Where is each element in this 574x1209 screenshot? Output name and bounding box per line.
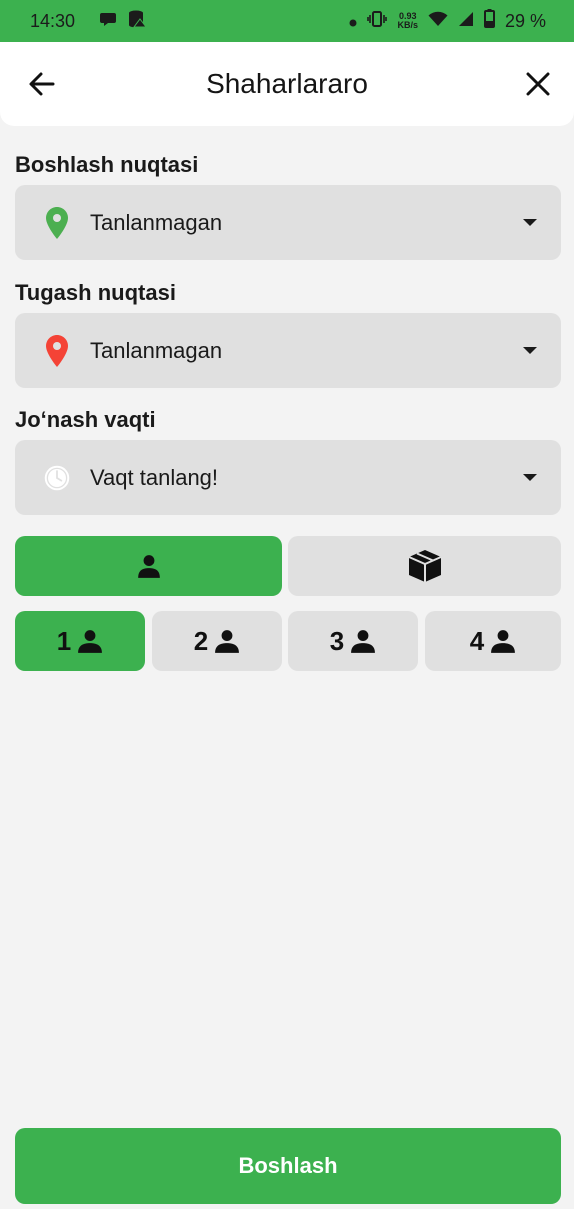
storage-alert-icon <box>127 10 148 33</box>
vibrate-icon <box>367 10 388 33</box>
wifi-icon <box>428 11 448 32</box>
chevron-down-icon <box>523 347 537 354</box>
status-bar: 14:30 0.93 KB/s 29 % <box>0 0 574 42</box>
end-point-value: Tanlanmagan <box>90 337 223 363</box>
start-button[interactable]: Boshlash <box>15 1128 561 1204</box>
tab-passenger[interactable] <box>15 536 282 596</box>
package-icon <box>408 550 441 582</box>
clock-icon <box>43 461 71 495</box>
person-icon <box>351 630 376 653</box>
passenger-count-number: 1 <box>56 625 72 656</box>
passenger-count-3[interactable]: 3 <box>288 611 418 671</box>
passenger-count-4[interactable]: 4 <box>425 611 561 671</box>
location-pin-red-icon <box>43 334 71 368</box>
app-bar: Shaharlararo <box>0 42 574 126</box>
end-point-select[interactable]: Tanlanmagan <box>15 313 561 388</box>
battery-icon <box>483 9 495 33</box>
chat-icon <box>99 10 117 33</box>
passenger-count-number: 4 <box>469 625 485 656</box>
start-point-label: Boshlash nuqtasi <box>15 152 199 177</box>
departure-time-label: Jo‘nash vaqti <box>15 407 156 432</box>
close-button[interactable] <box>520 66 556 102</box>
chevron-down-icon <box>523 219 537 226</box>
battery-percent: 29 % <box>504 10 546 31</box>
passenger-count-1[interactable]: 1 <box>15 611 145 671</box>
close-icon <box>526 72 550 96</box>
page-title: Shaharlararo <box>206 68 368 99</box>
location-pin-green-icon <box>43 206 71 240</box>
start-point-select[interactable]: Tanlanmagan <box>15 185 561 260</box>
status-time: 14:30 <box>30 10 76 31</box>
person-icon <box>491 630 516 653</box>
end-point-label: Tugash nuqtasi <box>15 280 176 305</box>
signal-icon <box>458 11 474 32</box>
departure-time-select[interactable]: Vaqt tanlang! <box>15 440 561 515</box>
chevron-down-icon <box>523 474 537 481</box>
start-point-value: Tanlanmagan <box>90 209 223 235</box>
person-icon <box>137 555 160 578</box>
departure-time-value: Vaqt tanlang! <box>90 464 219 490</box>
person-icon <box>78 630 103 653</box>
net-speed-unit: KB/s <box>397 20 418 30</box>
start-button-label: Boshlash <box>238 1153 338 1178</box>
passenger-count-number: 2 <box>193 625 209 656</box>
passenger-count-2[interactable]: 2 <box>152 611 282 671</box>
net-speed: 0.93 KB/s <box>397 12 418 30</box>
tab-package[interactable] <box>288 536 561 596</box>
passenger-count-number: 3 <box>329 625 345 656</box>
dot-icon <box>349 11 357 32</box>
person-icon <box>215 630 240 653</box>
